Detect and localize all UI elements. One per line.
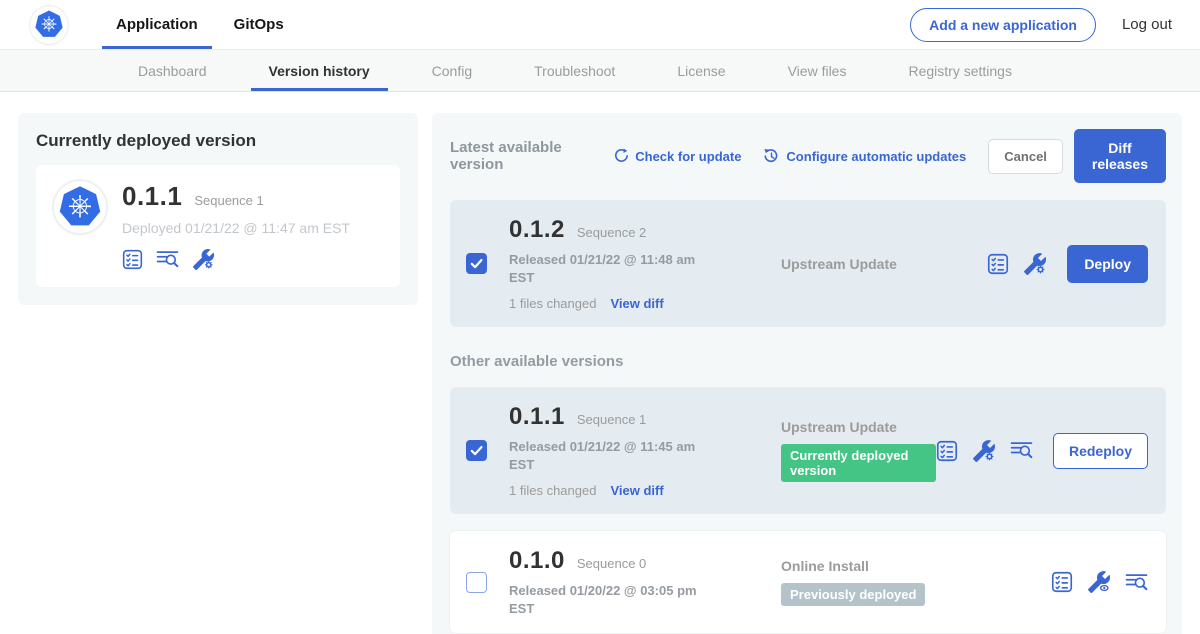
topnav-tabs: Application GitOps bbox=[102, 0, 306, 49]
currently-deployed-panel: Currently deployed version ⎈ 0.1.1 Seque… bbox=[18, 113, 418, 305]
lines-magnifier-icon[interactable] bbox=[156, 248, 179, 271]
checklist-icon[interactable] bbox=[1051, 571, 1073, 593]
add-new-application-button[interactable]: Add a new application bbox=[910, 8, 1096, 42]
released-timestamp: Released 01/20/22 @ 03:05 pm EST bbox=[509, 582, 699, 617]
logout-button[interactable]: Log out bbox=[1122, 16, 1172, 33]
version-number: 0.1.2 bbox=[509, 216, 565, 244]
topnav-tab-application[interactable]: Application bbox=[102, 0, 212, 49]
version-row-0-1-2: 0.1.2 Sequence 2 Released 01/21/22 @ 11:… bbox=[450, 200, 1166, 327]
lines-magnifier-icon[interactable] bbox=[1010, 439, 1033, 462]
deployed-sequence-label: Sequence 1 bbox=[194, 193, 263, 208]
available-versions-panel: Latest available version Check for updat… bbox=[432, 113, 1182, 634]
version-number: 0.1.1 bbox=[509, 403, 565, 431]
clock-refresh-icon bbox=[763, 148, 780, 165]
released-timestamp: Released 01/21/22 @ 11:45 am EST bbox=[509, 438, 699, 473]
previously-deployed-badge: Previously deployed bbox=[781, 583, 925, 606]
deploy-button[interactable]: Deploy bbox=[1067, 245, 1148, 283]
released-timestamp: Released 01/21/22 @ 11:48 am EST bbox=[509, 251, 699, 286]
version-row-0-1-1: 0.1.1 Sequence 1 Released 01/21/22 @ 11:… bbox=[450, 387, 1166, 514]
tab-view-files[interactable]: View files bbox=[770, 50, 865, 91]
version-row-0-1-0: 0.1.0 Sequence 0 Released 01/20/22 @ 03:… bbox=[450, 531, 1166, 633]
tab-troubleshoot[interactable]: Troubleshoot bbox=[516, 50, 633, 91]
configure-automatic-updates-link[interactable]: Configure automatic updates bbox=[763, 148, 966, 165]
checklist-icon[interactable] bbox=[987, 253, 1009, 275]
files-changed-label: 1 files changed bbox=[509, 296, 596, 311]
tab-license[interactable]: License bbox=[659, 50, 743, 91]
version-checkbox[interactable] bbox=[466, 253, 487, 274]
sequence-label: Sequence 2 bbox=[577, 225, 646, 240]
currently-deployed-title: Currently deployed version bbox=[36, 131, 400, 151]
wrench-gear-icon[interactable] bbox=[192, 248, 215, 271]
version-checkbox[interactable] bbox=[466, 440, 487, 461]
app-sub-nav: Dashboard Version history Config Trouble… bbox=[0, 50, 1200, 92]
deployed-version-number: 0.1.1 bbox=[122, 181, 182, 212]
app-icon: ⎈ bbox=[54, 181, 106, 233]
tab-dashboard[interactable]: Dashboard bbox=[120, 50, 225, 91]
sequence-label: Sequence 0 bbox=[577, 556, 646, 571]
redeploy-button[interactable]: Redeploy bbox=[1053, 433, 1148, 469]
topnav-tab-gitops[interactable]: GitOps bbox=[220, 0, 298, 49]
kubernetes-logo-icon: ⎈ bbox=[30, 6, 68, 44]
checklist-icon[interactable] bbox=[936, 440, 958, 462]
check-for-update-link[interactable]: Check for update bbox=[612, 148, 741, 165]
view-diff-link[interactable]: View diff bbox=[610, 296, 663, 311]
view-diff-link[interactable]: View diff bbox=[610, 483, 663, 498]
version-checkbox[interactable] bbox=[466, 572, 487, 593]
version-source-label: Online Install bbox=[781, 558, 1051, 574]
sequence-label: Sequence 1 bbox=[577, 412, 646, 427]
lines-magnifier-icon[interactable] bbox=[1125, 571, 1148, 594]
wrench-eye-icon[interactable] bbox=[1087, 570, 1111, 594]
app-logo[interactable]: ⎈ bbox=[30, 0, 68, 49]
version-source-label: Upstream Update bbox=[781, 419, 936, 435]
version-source-label: Upstream Update bbox=[781, 256, 987, 272]
version-number: 0.1.0 bbox=[509, 547, 565, 575]
tab-registry-settings[interactable]: Registry settings bbox=[890, 50, 1029, 91]
latest-available-title: Latest available version bbox=[450, 139, 598, 173]
checklist-icon[interactable] bbox=[122, 249, 143, 270]
files-changed-label: 1 files changed bbox=[509, 483, 596, 498]
refresh-icon bbox=[612, 148, 629, 165]
diff-releases-button[interactable]: Diff releases bbox=[1074, 129, 1166, 183]
wrench-gear-icon[interactable] bbox=[1023, 252, 1047, 276]
tab-version-history[interactable]: Version history bbox=[251, 50, 388, 91]
deployed-timestamp: Deployed 01/21/22 @ 11:47 am EST bbox=[122, 220, 350, 236]
tab-config[interactable]: Config bbox=[414, 50, 490, 91]
top-nav: ⎈ Application GitOps Add a new applicati… bbox=[0, 0, 1200, 50]
currently-deployed-badge: Currently deployed version bbox=[781, 444, 936, 482]
deployed-version-card: ⎈ 0.1.1 Sequence 1 Deployed 01/21/22 @ 1… bbox=[36, 165, 400, 287]
cancel-button[interactable]: Cancel bbox=[988, 139, 1063, 174]
other-available-versions-title: Other available versions bbox=[450, 353, 1166, 370]
wrench-gear-icon[interactable] bbox=[972, 439, 996, 463]
